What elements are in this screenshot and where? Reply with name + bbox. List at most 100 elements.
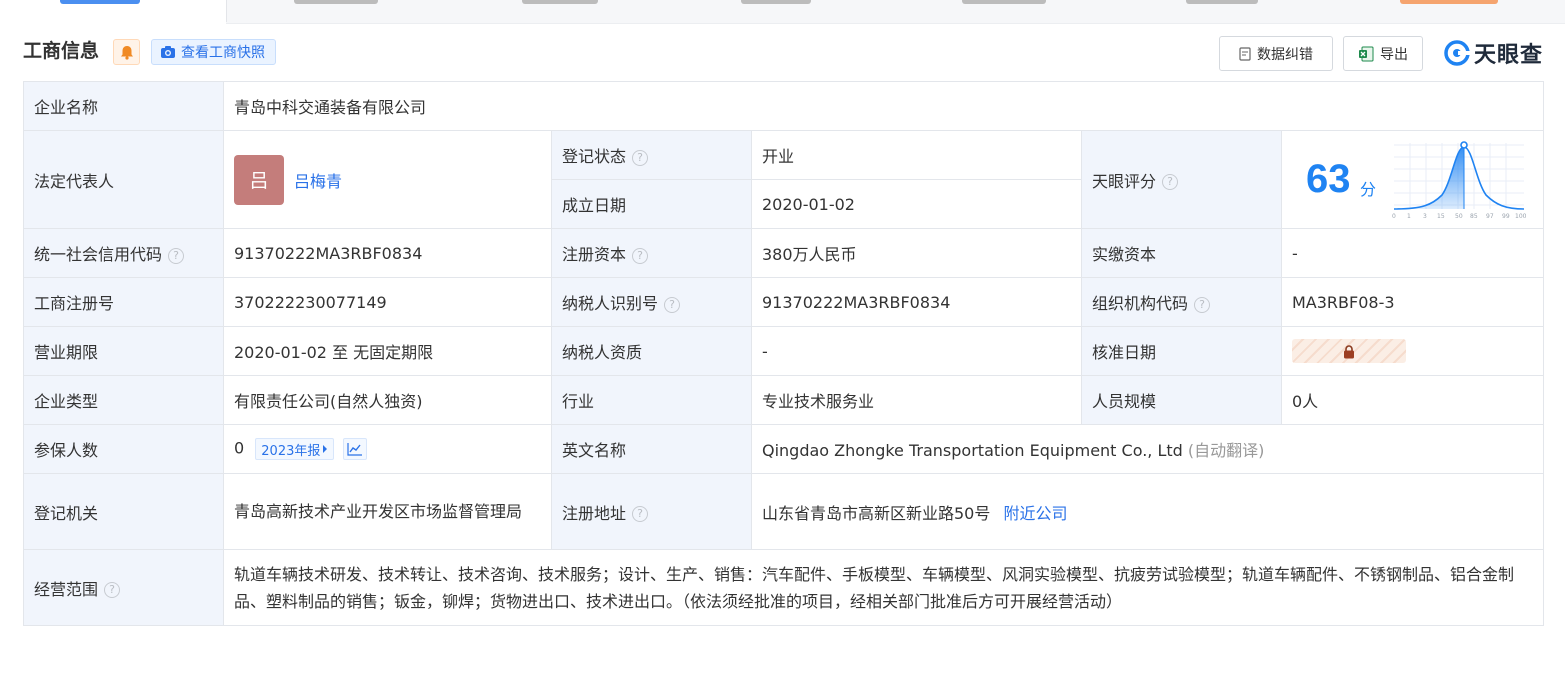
table-row: 经营范围? 轨道车辆技术研发、技术转让、技术咨询、技术服务；设计、生产、销售：汽… — [23, 549, 1545, 626]
company-name-value: 青岛中科交通装备有限公司 — [222, 81, 1545, 131]
taxpayer-id-value: 91370222MA3RBF0834 — [751, 277, 1082, 327]
table-row: 企业名称 青岛中科交通装备有限公司 — [23, 81, 1545, 131]
company-type-key: 企业类型 — [23, 375, 224, 425]
tab-active[interactable] — [0, 0, 226, 24]
tab-label-fragment[interactable] — [1186, 0, 1258, 4]
table-row: 登记机关 青岛高新技术产业开发区市场监督管理局 注册地址? 山东省青岛市高新区新… — [23, 473, 1545, 550]
score-chart-tick: 100 — [1515, 213, 1526, 220]
help-icon[interactable]: ? — [1194, 296, 1211, 313]
help-icon[interactable]: ? — [632, 149, 649, 166]
score-label: 天眼评分 — [1092, 171, 1157, 191]
score-cell[interactable]: 63 分 0 1 3 15 50 85 97 99 100 — [1280, 130, 1545, 229]
reg-capital-label: 注册资本 — [562, 245, 627, 264]
paid-capital-value: - — [1280, 228, 1545, 278]
established-value: 2020-01-02 — [751, 179, 1082, 229]
company-name-key: 企业名称 — [23, 81, 224, 131]
legal-rep-cell: 吕吕梅青 — [223, 130, 552, 229]
table-row: 法定代表人 吕吕梅青 登记状态? 开业 天眼评分? 63 分 0 1 3 15 … — [23, 130, 1545, 229]
staff-size-value: 0人 — [1280, 375, 1545, 425]
help-icon[interactable]: ? — [168, 247, 185, 264]
help-icon[interactable]: ? — [664, 296, 681, 313]
top-tab-strip — [0, 0, 1565, 24]
export-button[interactable]: 导出 — [1343, 36, 1423, 71]
reg-status-key: 登记状态? — [551, 130, 752, 180]
english-name-key: 英文名称 — [551, 424, 752, 474]
approve-date-key: 核准日期 — [1081, 326, 1282, 376]
org-code-label: 组织机构代码 — [1092, 294, 1189, 313]
tab-label-fragment[interactable] — [522, 0, 598, 4]
trend-chart-button[interactable] — [343, 438, 368, 460]
biz-reg-no-value: 370222230077149 — [223, 277, 552, 327]
document-edit-icon — [1239, 46, 1251, 61]
table-row: 参保人数 0 2023年报 英文名称 Qingdao Zhongke Trans… — [23, 424, 1545, 474]
biz-term-value: 2020-01-02 至 无固定期限 — [223, 326, 552, 376]
tab-label-fragment[interactable] — [741, 0, 811, 4]
data-correction-button[interactable]: 数据纠错 — [1219, 36, 1333, 71]
legal-rep-link[interactable]: 吕梅青 — [294, 172, 342, 191]
data-correction-label: 数据纠错 — [1257, 46, 1313, 63]
reg-status-value: 开业 — [751, 130, 1082, 180]
tianyancha-logo-icon — [1444, 40, 1470, 66]
section-title: 工商信息 — [23, 40, 100, 62]
reg-address-key: 注册地址? — [551, 473, 752, 550]
tianyancha-logo-text: 天眼查 — [1473, 43, 1543, 68]
table-row: 工商注册号 370222230077149 纳税人识别号? 91370222MA… — [23, 277, 1545, 327]
score-chart-tick: 0 — [1392, 213, 1396, 220]
tab-label-fragment[interactable] — [294, 0, 378, 4]
reg-capital-key: 注册资本? — [551, 228, 752, 278]
org-code-value: MA3RBF08-3 — [1280, 277, 1545, 327]
view-snapshot-label: 查看工商快照 — [181, 45, 265, 61]
score-unit: 分 — [1360, 180, 1377, 199]
company-type-value: 有限责任公司(自然人独资) — [223, 375, 552, 425]
legal-rep-key: 法定代表人 — [23, 130, 224, 229]
reg-status-label: 登记状态 — [562, 147, 627, 166]
scope-value: 轨道车辆技术研发、技术转让、技术咨询、技术服务；设计、生产、销售：汽车配件、手板… — [222, 549, 1545, 626]
tianyancha-logo: 天眼查 — [1444, 37, 1543, 69]
reg-authority-key: 登记机关 — [23, 473, 224, 550]
trend-chart-icon — [347, 443, 363, 456]
tab-active-label-fragment — [60, 0, 140, 4]
score-chart-tick: 99 — [1502, 213, 1510, 220]
view-snapshot-button[interactable]: 查看工商快照 — [151, 39, 276, 65]
table-row: 统一社会信用代码? 91370222MA3RBF0834 注册资本? 380万人… — [23, 228, 1545, 278]
staff-size-key: 人员规模 — [1081, 375, 1282, 425]
taxpayer-id-label: 纳税人识别号 — [562, 294, 659, 313]
reg-address-label: 注册地址 — [562, 503, 627, 523]
monitor-bell-button[interactable] — [113, 39, 140, 65]
camera-icon — [161, 46, 175, 58]
biz-reg-no-key: 工商注册号 — [23, 277, 224, 327]
approve-date-cell — [1280, 326, 1545, 376]
bell-icon — [120, 45, 133, 60]
insured-key: 参保人数 — [23, 424, 224, 474]
taxpayer-qual-value: - — [751, 326, 1082, 376]
help-icon[interactable]: ? — [632, 506, 649, 522]
reg-address-cell: 山东省青岛市高新区新业路50号 附近公司 — [750, 473, 1545, 550]
avatar[interactable]: 吕 — [234, 154, 284, 205]
scope-label: 经营范围 — [34, 579, 99, 599]
section-header: 工商信息 查看工商快照 数据纠错 导出 天眼查 — [23, 36, 1543, 71]
help-icon[interactable]: ? — [1162, 174, 1179, 190]
help-icon[interactable]: ? — [104, 582, 121, 598]
annual-report-label: 2023年报 — [261, 443, 321, 459]
score-chart-tick: 97 — [1486, 213, 1494, 220]
help-icon[interactable]: ? — [632, 247, 649, 264]
taxpayer-id-key: 纳税人识别号? — [551, 277, 752, 327]
caret-right-icon — [323, 445, 328, 453]
english-name-cell: Qingdao Zhongke Transportation Equipment… — [750, 424, 1545, 474]
paid-capital-key: 实缴资本 — [1081, 228, 1282, 278]
lock-icon — [1344, 344, 1354, 358]
annual-report-button[interactable]: 2023年报 — [255, 438, 335, 460]
tab-label-fragment[interactable] — [962, 0, 1046, 4]
reg-address-value: 山东省青岛市高新区新业路50号 — [762, 503, 991, 523]
reg-authority-value: 青岛高新技术产业开发区市场监督管理局 — [223, 473, 552, 550]
vip-locked-field[interactable] — [1292, 339, 1406, 363]
tab-divider — [226, 0, 227, 22]
established-key: 成立日期 — [551, 179, 752, 229]
credit-code-key: 统一社会信用代码? — [23, 228, 224, 278]
tab-label-fragment[interactable] — [1400, 0, 1498, 4]
nearby-companies-link[interactable]: 附近公司 — [1003, 504, 1067, 523]
score-chart-tick: 15 — [1437, 213, 1445, 220]
score-chart-tick: 3 — [1423, 213, 1427, 220]
score-chart-tick: 1 — [1407, 213, 1411, 220]
credit-code-value: 91370222MA3RBF0834 — [223, 228, 552, 278]
